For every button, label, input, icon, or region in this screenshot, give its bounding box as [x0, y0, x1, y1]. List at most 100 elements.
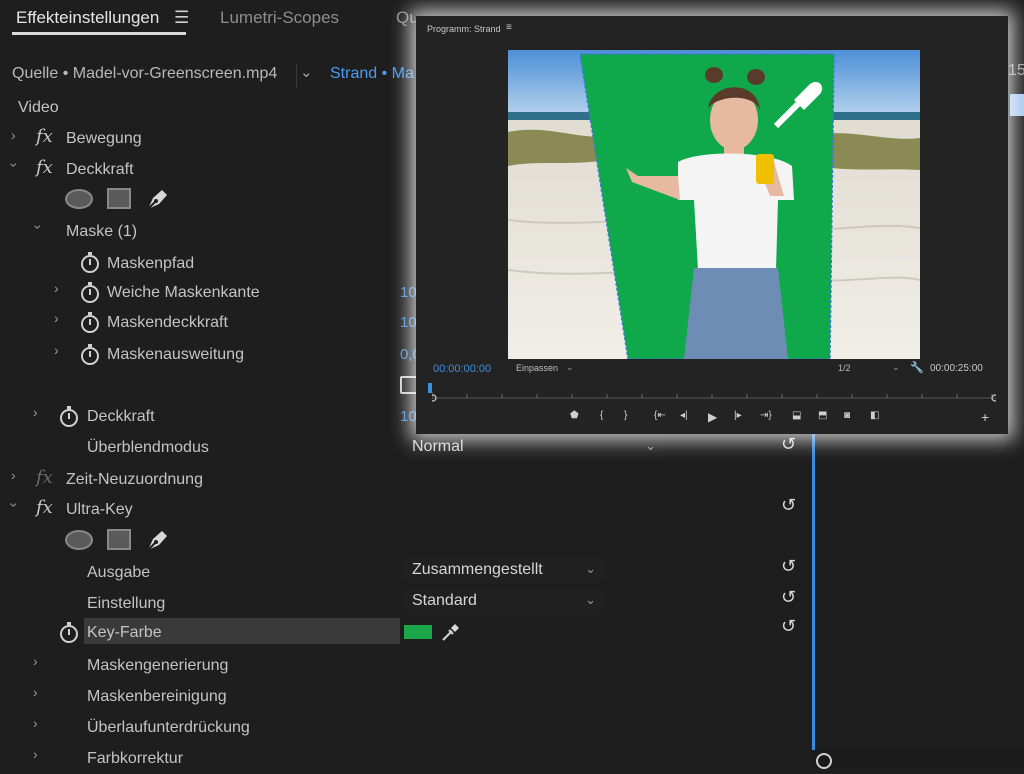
mask-label: Maske (1) [66, 223, 138, 240]
timeline-playhead-line[interactable] [812, 405, 815, 750]
chevron-down-icon[interactable]: ⌄ [892, 362, 900, 373]
effect-row-ultra-key[interactable]: › fx Ultra-Key ↺ [0, 495, 812, 525]
fx-icon[interactable]: fx [36, 126, 53, 147]
chevron-right-icon[interactable]: › [54, 280, 59, 296]
chevron-right-icon[interactable]: › [33, 653, 38, 669]
play-icon[interactable]: ▶ [708, 410, 717, 424]
property-label-maskenpfad: Maskenpfad [107, 255, 195, 272]
marker-icon[interactable]: ⬟ [570, 410, 579, 421]
pen-mask-icon[interactable] [144, 527, 170, 553]
reset-icon[interactable]: ↺ [781, 495, 796, 516]
timeline-scrollbar[interactable] [812, 750, 1024, 768]
property-label-deckkraft: Deckkraft [87, 408, 155, 425]
reset-icon[interactable]: ↺ [781, 434, 796, 455]
scroll-handle[interactable] [816, 753, 832, 769]
property-value-weiche-maskenkante[interactable]: 10 [400, 284, 417, 301]
rectangle-mask-icon[interactable] [107, 188, 131, 209]
zoom-fit-dropdown[interactable]: Einpassen [516, 363, 558, 373]
property-row-einstellung: Einstellung Standard ⌄ ↺ [0, 587, 812, 619]
property-label-einstellung: Einstellung [87, 595, 166, 612]
stopwatch-icon[interactable] [81, 344, 99, 365]
transport-controls: ⬟ { } {⇤ ◂| ▶ |▸ ⇥} ⬓ ⬒ ◙ ◧ [566, 410, 896, 426]
monitor-title[interactable]: Programm: Strand [427, 24, 501, 34]
monitor-menu-icon[interactable]: ≡ [506, 22, 512, 33]
group-row-ueberlaufunterdrueckung[interactable]: › Überlaufunterdrückung [0, 713, 812, 743]
property-label-maskendeckkraft: Maskendeckkraft [107, 314, 228, 331]
property-label-ueberblendmodus: Überblendmodus [87, 439, 209, 456]
group-row-farbkorrektur[interactable]: › Farbkorrektur [0, 744, 812, 774]
source-clip-label[interactable]: Quelle • Madel-vor-Greenscreen.mp4 [12, 65, 277, 83]
chevron-right-icon[interactable]: › [33, 746, 38, 762]
blend-mode-value: Normal [412, 438, 464, 455]
chevron-down-icon[interactable]: ⌄ [566, 362, 574, 373]
rectangle-mask-icon[interactable] [107, 529, 131, 550]
effect-label-bewegung: Bewegung [66, 130, 142, 147]
property-value-maskendeckkraft[interactable]: 10 [400, 314, 417, 331]
eyedropper-icon[interactable] [440, 621, 462, 643]
output-value: Zusammengestellt [412, 561, 543, 578]
chevron-down-icon[interactable]: › [6, 163, 22, 168]
effect-label-ultra-key: Ultra-Key [66, 501, 133, 518]
stopwatch-icon[interactable] [81, 282, 99, 303]
resolution-dropdown[interactable]: 1/2 [838, 363, 851, 373]
chevron-down-icon[interactable]: › [30, 225, 46, 230]
reset-icon[interactable]: ↺ [781, 587, 796, 608]
chevron-right-icon[interactable]: › [33, 684, 38, 700]
chevron-right-icon[interactable]: › [33, 715, 38, 731]
blend-mode-dropdown[interactable]: Normal ⌄ [404, 435, 664, 459]
group-label-maskenbereinigung: Maskenbereinigung [87, 688, 227, 705]
chevron-right-icon[interactable]: › [33, 404, 38, 420]
reset-icon[interactable]: ↺ [781, 616, 796, 637]
ellipse-mask-icon[interactable] [65, 189, 93, 209]
chevron-down-icon: ⌄ [585, 592, 596, 607]
program-video-frame[interactable] [508, 50, 920, 359]
go-to-in-icon[interactable]: {⇤ [654, 410, 666, 421]
fx-icon[interactable]: fx [36, 467, 53, 488]
reset-icon[interactable]: ↺ [781, 556, 796, 577]
monitor-time-ruler[interactable] [432, 386, 996, 404]
add-button-icon[interactable]: + [981, 409, 989, 425]
chevron-right-icon[interactable]: › [54, 342, 59, 358]
lift-icon[interactable]: ⬓ [792, 410, 801, 421]
key-color-swatch[interactable] [404, 625, 432, 639]
step-forward-icon[interactable]: |▸ [734, 410, 742, 421]
chevron-down-icon[interactable]: › [6, 503, 22, 508]
group-label-farbkorrektur: Farbkorrektur [87, 750, 184, 767]
tab-lumetri-scopes[interactable]: Lumetri-Scopes [220, 8, 339, 28]
tab-effect-controls[interactable]: Effekteinstellungen [16, 8, 159, 28]
mark-out-icon[interactable]: } [624, 410, 627, 421]
timeline-clip[interactable] [1010, 94, 1024, 116]
fx-icon[interactable]: fx [36, 157, 53, 178]
camera-icon[interactable]: ◙ [844, 410, 850, 421]
chevron-down-icon[interactable]: ⌄ [300, 63, 313, 81]
comparison-view-icon[interactable]: ◧ [870, 410, 879, 421]
tab-source[interactable]: Quelle: (kein Clip) [396, 8, 416, 28]
mark-in-icon[interactable]: { [600, 410, 603, 421]
sequence-clip-label[interactable]: Strand • Ma [330, 65, 414, 83]
step-back-icon[interactable]: ◂| [680, 410, 688, 421]
stopwatch-icon[interactable] [81, 312, 99, 333]
stopwatch-icon[interactable] [60, 622, 78, 643]
property-value-deckkraft[interactable]: 10 [400, 408, 417, 425]
stopwatch-icon[interactable] [60, 406, 78, 427]
go-to-out-icon[interactable]: ⇥} [760, 410, 772, 421]
stopwatch-icon[interactable] [81, 252, 99, 273]
fx-icon[interactable]: fx [36, 497, 53, 518]
playhead-timecode[interactable]: 00:00:00:00 [433, 363, 491, 375]
chevron-right-icon[interactable]: › [11, 467, 16, 483]
effect-row-zeit-neuzuordnung[interactable]: › fx Zeit-Neuzuordnung [0, 465, 812, 495]
wrench-settings-icon[interactable]: 🔧 [910, 361, 924, 374]
group-row-maskenbereinigung[interactable]: › Maskenbereinigung [0, 682, 812, 712]
chevron-right-icon[interactable]: › [11, 127, 16, 143]
setting-value: Standard [412, 592, 477, 609]
effect-label-zeit-neuzuordnung: Zeit-Neuzuordnung [66, 471, 203, 488]
chevron-right-icon[interactable]: › [54, 310, 59, 326]
setting-dropdown[interactable]: Standard ⌄ [404, 589, 604, 613]
property-label-weiche-maskenkante: Weiche Maskenkante [107, 284, 260, 301]
pen-mask-icon[interactable] [144, 186, 170, 212]
ellipse-mask-icon[interactable] [65, 530, 93, 550]
group-row-maskengenerierung[interactable]: › Maskengenerierung [0, 651, 812, 681]
extract-icon[interactable]: ⬒ [818, 410, 827, 421]
panel-menu-icon[interactable]: ☰ [174, 8, 189, 28]
output-dropdown[interactable]: Zusammengestellt ⌄ [404, 558, 604, 582]
